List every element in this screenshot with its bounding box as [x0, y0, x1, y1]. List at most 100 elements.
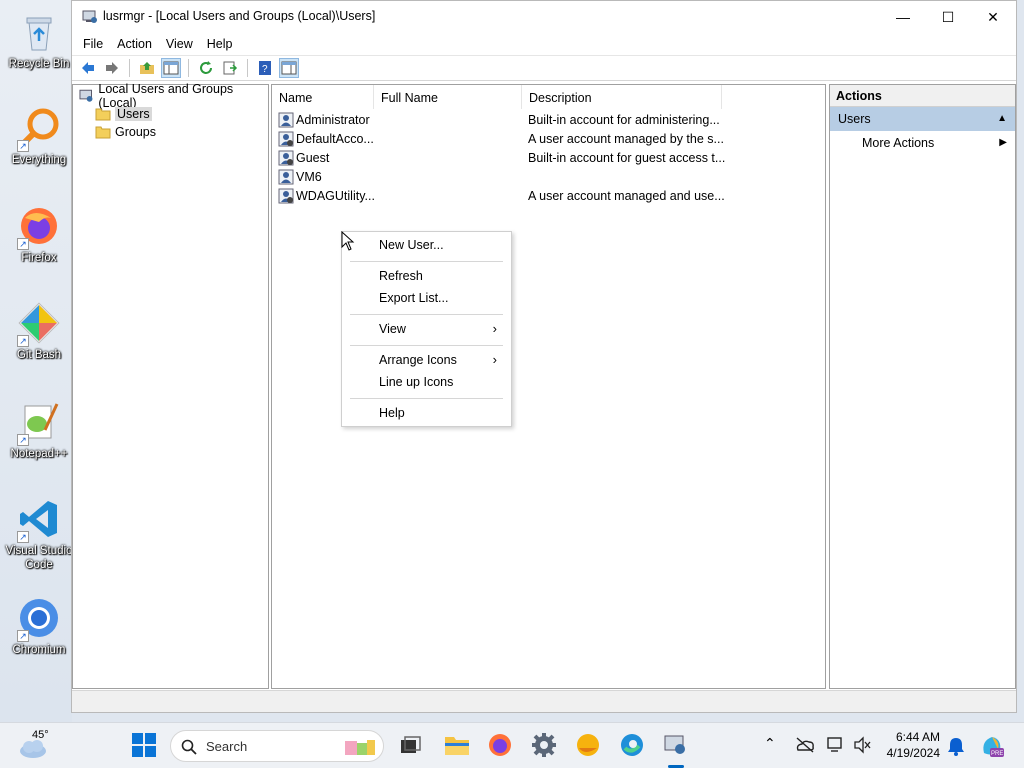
- user-description: Built-in account for administering...: [528, 112, 720, 127]
- svg-text:PRE: PRE: [991, 751, 1003, 757]
- desktop-icon-firefox[interactable]: ↗ Firefox: [4, 204, 74, 265]
- actions-section-users[interactable]: Users ▲: [830, 107, 1015, 131]
- chromium-icon: ↗: [17, 596, 61, 642]
- tree-item-groups[interactable]: Groups: [95, 123, 156, 140]
- tree-item-users[interactable]: Users: [95, 105, 152, 122]
- menu-bar: File Action View Help: [72, 33, 1016, 55]
- desktop-icon-recycle-bin[interactable]: Recycle Bin: [4, 10, 74, 71]
- window-title: lusrmgr - [Local Users and Groups (Local…: [103, 9, 376, 23]
- close-button[interactable]: ✕: [970, 1, 1016, 33]
- table-row[interactable]: VM6: [278, 167, 728, 186]
- firefox-taskbar-button[interactable]: [487, 732, 515, 760]
- ctx-label: Line up Icons: [379, 375, 454, 389]
- show-hide-action-pane-button[interactable]: [279, 58, 299, 78]
- desktop-icon-notepadpp[interactable]: ↗ Notepad++: [4, 400, 74, 461]
- back-button[interactable]: [78, 58, 98, 78]
- menu-action[interactable]: Action: [110, 37, 159, 51]
- edge-canary-taskbar-button[interactable]: [575, 732, 603, 760]
- title-bar[interactable]: lusrmgr - [Local Users and Groups (Local…: [72, 1, 1016, 33]
- shortcut-arrow-icon: ↗: [17, 630, 29, 642]
- user-disabled-icon: [278, 150, 294, 165]
- more-actions-item[interactable]: More Actions ▶: [830, 131, 1015, 155]
- file-explorer-button[interactable]: [443, 732, 471, 760]
- copilot-pre-icon[interactable]: PRE: [979, 733, 1005, 759]
- actions-pane: Actions Users ▲ More Actions ▶: [829, 84, 1016, 689]
- everything-icon: ↗: [17, 106, 61, 152]
- more-actions-label: More Actions: [862, 136, 935, 150]
- action-pane-icon: [281, 61, 297, 75]
- shortcut-arrow-icon: ↗: [17, 140, 29, 152]
- volume-muted-icon[interactable]: [853, 736, 871, 754]
- settings-taskbar-button[interactable]: [531, 732, 559, 760]
- weather-temp: 45°: [32, 729, 49, 741]
- help-button[interactable]: ?: [255, 58, 275, 78]
- desktop-icon-vscode[interactable]: ↗ Visual Studio Code: [4, 497, 74, 572]
- user-icon: [278, 112, 294, 127]
- forward-arrow-icon: [106, 62, 118, 74]
- task-view-icon: [401, 736, 421, 753]
- task-view-button[interactable]: [397, 732, 425, 760]
- clock[interactable]: 6:44 AM 4/19/2024: [887, 729, 940, 761]
- column-header-name[interactable]: Name: [272, 85, 374, 109]
- forward-button[interactable]: [102, 58, 122, 78]
- show-hide-console-tree-button[interactable]: [161, 58, 181, 78]
- chevron-right-icon: ›: [492, 321, 497, 336]
- edge-canary-icon: [577, 734, 599, 756]
- column-header-full-name[interactable]: Full Name: [374, 85, 522, 109]
- onedrive-offline-icon[interactable]: [795, 737, 815, 753]
- user-name: Administrator: [296, 112, 370, 127]
- table-row[interactable]: WDAGUtility... A user account managed an…: [278, 186, 728, 205]
- edge-taskbar-button[interactable]: [619, 732, 647, 760]
- firefox-icon: ↗: [17, 204, 61, 250]
- lusrmgr-taskbar-button[interactable]: [662, 732, 690, 768]
- gear-icon: [532, 733, 556, 757]
- ctx-arrange-icons[interactable]: Arrange Icons ›: [342, 349, 511, 371]
- export-list-button[interactable]: [220, 58, 240, 78]
- menu-help[interactable]: Help: [200, 37, 240, 51]
- taskbar-search-box[interactable]: Search: [170, 730, 384, 762]
- menu-file[interactable]: File: [76, 37, 110, 51]
- user-name: VM6: [296, 169, 322, 184]
- desktop-icon-everything[interactable]: ↗ Everything: [4, 106, 74, 167]
- back-arrow-icon: [82, 62, 94, 74]
- ctx-new-user[interactable]: New User...: [342, 234, 511, 256]
- network-icon[interactable]: [827, 736, 845, 754]
- user-name: WDAGUtility...: [296, 188, 375, 203]
- user-disabled-icon: [278, 131, 294, 146]
- help-icon: ?: [259, 61, 271, 75]
- shortcut-arrow-icon: ↗: [17, 335, 29, 347]
- collapse-up-icon[interactable]: ▲: [997, 107, 1007, 131]
- desktop-icon-git-bash[interactable]: ↗ Git Bash: [4, 301, 74, 362]
- notification-bell-icon[interactable]: [947, 736, 965, 756]
- mouse-cursor-icon: [341, 231, 355, 251]
- tree-item-root[interactable]: Local Users and Groups (Local): [79, 82, 268, 110]
- table-row[interactable]: Guest Built-in account for guest access …: [278, 148, 728, 167]
- menu-view[interactable]: View: [159, 37, 200, 51]
- folder-up-icon: [140, 62, 154, 74]
- user-description: A user account managed and use...: [528, 188, 725, 203]
- minimize-button[interactable]: —: [880, 1, 926, 33]
- ctx-separator: [350, 314, 503, 315]
- user-name: Guest: [296, 150, 330, 165]
- table-row[interactable]: Administrator Built-in account for admin…: [278, 110, 728, 129]
- show-hidden-icons-chevron-icon[interactable]: ⌃: [764, 735, 776, 752]
- start-button[interactable]: [131, 732, 159, 760]
- export-list-icon: [223, 61, 238, 75]
- column-header-description[interactable]: Description: [522, 85, 722, 109]
- ctx-separator: [350, 261, 503, 262]
- shortcut-arrow-icon: ↗: [17, 238, 29, 250]
- up-one-level-button[interactable]: [137, 58, 157, 78]
- refresh-button[interactable]: [196, 58, 216, 78]
- search-icon: [181, 739, 197, 755]
- ctx-view[interactable]: View ›: [342, 318, 511, 340]
- ctx-export-list[interactable]: Export List...: [342, 287, 511, 309]
- ctx-line-up-icons[interactable]: Line up Icons: [342, 371, 511, 393]
- ctx-help[interactable]: Help: [342, 402, 511, 424]
- user-disabled-icon: [278, 188, 294, 203]
- maximize-button[interactable]: ☐: [925, 1, 971, 33]
- desktop-icon-chromium[interactable]: ↗ Chromium: [4, 596, 74, 657]
- actions-section-label: Users: [838, 112, 871, 126]
- ctx-refresh[interactable]: Refresh: [342, 265, 511, 287]
- console-tree-icon: [163, 61, 179, 75]
- table-row[interactable]: DefaultAcco... A user account managed by…: [278, 129, 728, 148]
